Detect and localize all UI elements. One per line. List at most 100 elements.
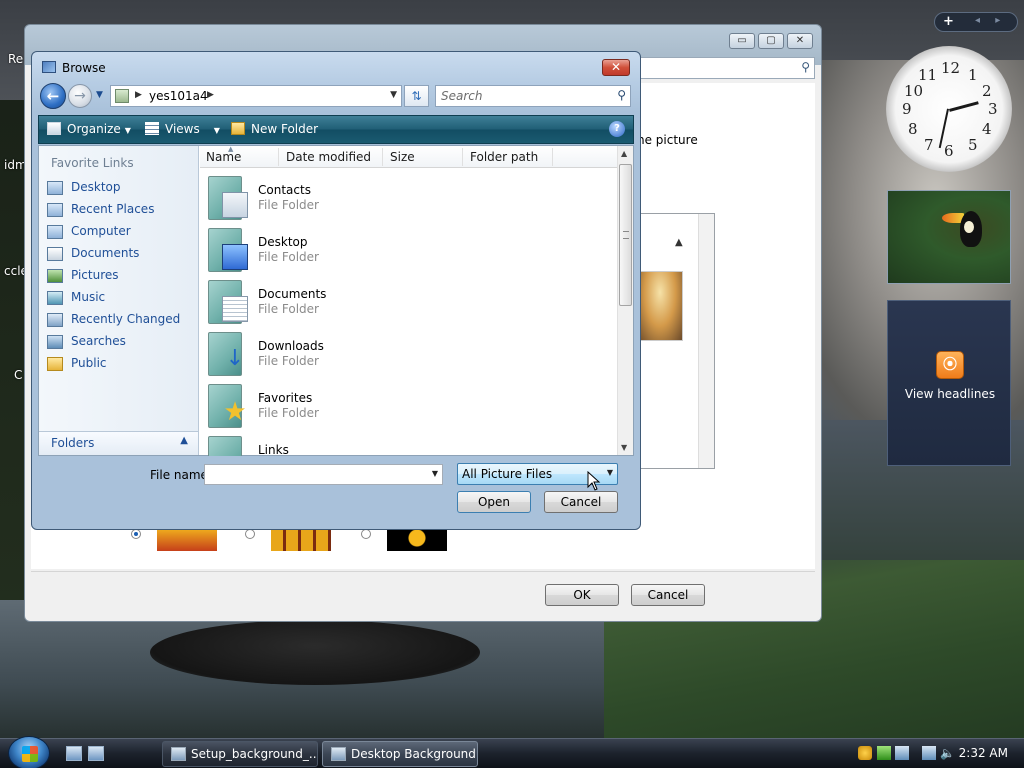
maximize-button[interactable]: ▢ [758, 33, 784, 49]
organize-icon [47, 122, 61, 135]
desktop-icon-label-fragment[interactable]: Re [8, 52, 23, 66]
browser-panel: Favorite Links Desktop Recent Places Com… [38, 145, 634, 456]
nav-link-recently-changed[interactable]: Recently Changed [45, 310, 195, 330]
feed-headlines-gadget[interactable]: ⦿ View headlines [887, 300, 1011, 466]
cancel-button[interactable]: Cancel [544, 491, 618, 513]
desktop-icon-label-fragment[interactable]: C [14, 368, 22, 382]
file-row-desktop[interactable]: Desktop File Folder [200, 224, 610, 276]
public-icon [47, 357, 63, 371]
slideshow-gadget[interactable] [887, 190, 1011, 284]
nav-link-computer[interactable]: Computer [45, 222, 195, 242]
column-folder-path[interactable]: Folder path [470, 150, 538, 164]
vertical-scrollbar[interactable]: ▲ ▼ [617, 146, 633, 455]
update-icon[interactable] [877, 746, 891, 760]
documents-icon [47, 247, 63, 261]
file-name-combobox[interactable]: ▼ [204, 464, 443, 485]
taskbar-item-desktop-background[interactable]: Desktop Background [322, 741, 478, 767]
file-type: File Folder [258, 198, 319, 212]
views-menu[interactable]: Views ▼ [145, 122, 220, 136]
back-button[interactable]: ← [40, 83, 66, 109]
file-name: Links [258, 443, 289, 456]
position-fill-radio[interactable] [131, 529, 141, 539]
file-row-links[interactable]: Links [200, 432, 610, 456]
nav-link-pictures[interactable]: Pictures [45, 266, 195, 286]
search-input[interactable] [436, 86, 630, 106]
column-name[interactable]: Name [206, 150, 241, 164]
nav-link-searches[interactable]: Searches [45, 332, 195, 352]
window-controls: ▭ ▢ ✕ [729, 33, 813, 49]
scroll-down-icon[interactable]: ▼ [621, 443, 627, 452]
chevron-down-icon[interactable]: ▼ [607, 468, 613, 477]
add-gadget-button[interactable]: + [943, 14, 954, 29]
switch-windows-icon[interactable] [88, 746, 104, 761]
ok-button[interactable]: OK [545, 584, 619, 606]
address-dropdown-icon[interactable]: ▼ [390, 90, 397, 100]
favorite-links-heading: Favorite Links [51, 156, 134, 170]
collapse-caret-icon[interactable]: ▲ [675, 237, 683, 248]
wallpaper-thumbnail[interactable] [637, 271, 683, 341]
recent-pages-dropdown-icon[interactable]: ▼ [96, 90, 103, 100]
file-row-documents[interactable]: Documents File Folder [200, 276, 610, 328]
search-field[interactable]: ⚲ [435, 85, 631, 107]
security-shield-icon[interactable] [858, 746, 872, 760]
view-headlines-link[interactable]: View headlines [888, 387, 1012, 401]
column-divider[interactable] [382, 148, 383, 166]
column-divider[interactable] [278, 148, 279, 166]
column-size[interactable]: Size [390, 150, 415, 164]
nav-link-documents[interactable]: Documents [45, 244, 195, 264]
position-tile-radio[interactable] [245, 529, 255, 539]
nav-link-music[interactable]: Music [45, 288, 195, 308]
file-row-downloads[interactable]: ↓ Downloads File Folder [200, 328, 610, 380]
scrollbar[interactable] [698, 214, 714, 468]
breadcrumb-item[interactable]: yes101a4 [149, 89, 208, 103]
minimize-button[interactable]: ▭ [729, 33, 755, 49]
refresh-button[interactable]: ⇅ [404, 85, 429, 107]
searches-icon [47, 335, 63, 349]
help-button[interactable]: ? [609, 121, 625, 137]
file-row-contacts[interactable]: Contacts File Folder [200, 172, 610, 224]
dialog-close-button[interactable]: ✕ [602, 59, 630, 76]
views-icon [145, 122, 159, 135]
column-divider[interactable] [462, 148, 463, 166]
organize-label: Organize [67, 122, 121, 136]
organize-menu[interactable]: Organize ▼ [47, 122, 131, 136]
nav-link-label: Recent Places [71, 202, 155, 216]
search-icon[interactable]: ⚲ [801, 60, 810, 74]
music-icon [47, 291, 63, 305]
new-folder-button[interactable]: New Folder [231, 122, 318, 136]
taskbar-item-setup[interactable]: Setup_background_... [162, 741, 318, 767]
clock-number: 8 [908, 120, 918, 138]
forward-button[interactable]: → [68, 84, 92, 108]
nav-link-recent-places[interactable]: Recent Places [45, 200, 195, 220]
show-desktop-icon[interactable] [66, 746, 82, 761]
taskbar-clock[interactable]: 2:32 AM [959, 746, 1008, 760]
start-button[interactable] [8, 736, 50, 768]
nav-link-public[interactable]: Public [45, 354, 195, 374]
gadget-page-arrows[interactable]: ◂ ▸ [975, 15, 1006, 26]
column-divider[interactable] [552, 148, 553, 166]
file-name-input[interactable] [205, 465, 425, 484]
breadcrumb-arrow-icon[interactable]: ▶ [207, 90, 214, 100]
address-bar[interactable]: ⚲ [639, 57, 815, 79]
nav-link-desktop[interactable]: Desktop [45, 178, 195, 198]
close-button[interactable]: ✕ [787, 33, 813, 49]
favorites-folder-icon: ★ [208, 384, 247, 428]
desktop-background-app-icon [331, 747, 346, 761]
open-button[interactable]: Open [457, 491, 531, 513]
search-icon[interactable]: ⚲ [617, 88, 626, 102]
network-tray-icon[interactable] [895, 746, 909, 760]
address-bar[interactable]: ▶ yes101a4 ▶ ▼ [110, 85, 402, 107]
breadcrumb-arrow-icon[interactable]: ▶ [135, 90, 142, 100]
network-icon[interactable] [922, 746, 936, 760]
position-center-radio[interactable] [361, 529, 371, 539]
cancel-button[interactable]: Cancel [631, 584, 705, 606]
scrollbar-thumb[interactable] [619, 164, 632, 306]
clock-gadget[interactable]: 12 1 2 3 4 5 6 7 8 9 10 11 [886, 46, 1012, 172]
volume-muted-icon[interactable]: 🔈 [940, 746, 955, 760]
column-date-modified[interactable]: Date modified [286, 150, 371, 164]
scroll-up-icon[interactable]: ▲ [621, 149, 627, 158]
folders-toggle[interactable]: Folders ▲ [39, 431, 198, 455]
file-row-favorites[interactable]: ★ Favorites File Folder [200, 380, 610, 432]
chevron-down-icon[interactable]: ▼ [432, 469, 438, 478]
picture-list[interactable] [635, 213, 715, 469]
